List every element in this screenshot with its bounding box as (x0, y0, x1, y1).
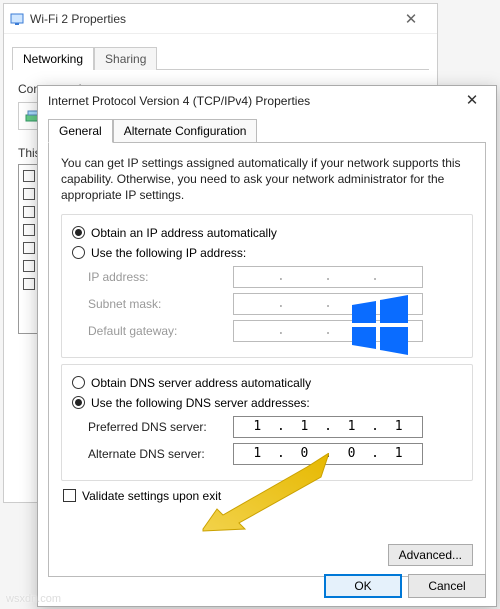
radio-icon (72, 376, 85, 389)
checkbox-icon[interactable] (63, 489, 76, 502)
wifi-tabs: Networking Sharing (12, 46, 429, 70)
ip-address-row: IP address: ... (88, 266, 462, 288)
cancel-button[interactable]: Cancel (408, 574, 486, 598)
radio-ip-manual[interactable]: Use the following IP address: (72, 246, 462, 260)
checkbox-icon[interactable] (23, 260, 35, 272)
checkbox-icon[interactable] (23, 242, 35, 254)
checkbox-icon[interactable] (23, 206, 35, 218)
radio-dns-auto[interactable]: Obtain DNS server address automatically (72, 376, 462, 390)
validate-checkbox-row[interactable]: Validate settings upon exit (63, 489, 473, 503)
windows-logo-icon (346, 291, 414, 359)
watermark: wsxdn.com (6, 593, 61, 605)
preferred-dns-input[interactable]: 1. 1. 1. 1 (233, 416, 423, 438)
ipv4-titlebar: Internet Protocol Version 4 (TCP/IPv4) P… (38, 86, 496, 116)
dialog-buttons: OK Cancel (324, 574, 486, 598)
checkbox-icon[interactable] (23, 188, 35, 200)
ok-button[interactable]: OK (324, 574, 402, 598)
ipv4-body: You can get IP settings assigned automat… (48, 143, 486, 577)
ipv4-tabs: General Alternate Configuration (48, 118, 486, 143)
radio-ip-manual-label: Use the following IP address: (91, 246, 246, 260)
advanced-button[interactable]: Advanced... (388, 544, 473, 566)
radio-icon (72, 226, 85, 239)
radio-dns-manual-label: Use the following DNS server addresses: (91, 396, 310, 410)
tab-sharing[interactable]: Sharing (94, 47, 157, 70)
wifi-window-title: Wi-Fi 2 Properties (30, 12, 391, 26)
radio-dns-auto-label: Obtain DNS server address automatically (91, 376, 311, 390)
checkbox-icon[interactable] (23, 224, 35, 236)
tab-networking[interactable]: Networking (12, 47, 94, 70)
intro-text: You can get IP settings assigned automat… (61, 155, 473, 204)
alternate-dns-input[interactable]: 1. 0. 0. 1 (233, 443, 423, 465)
tab-general[interactable]: General (48, 119, 113, 143)
alternate-dns-label: Alternate DNS server: (88, 447, 233, 461)
wifi-titlebar: Wi-Fi 2 Properties ✕ (4, 4, 437, 34)
wifi-close-button[interactable]: ✕ (391, 10, 431, 28)
ip-address-input: ... (233, 266, 423, 288)
dns-group: Obtain DNS server address automatically … (61, 364, 473, 481)
validate-label: Validate settings upon exit (82, 489, 221, 503)
radio-dns-manual[interactable]: Use the following DNS server addresses: (72, 396, 462, 410)
preferred-dns-row: Preferred DNS server: 1. 1. 1. 1 (88, 416, 462, 438)
radio-ip-auto[interactable]: Obtain an IP address automatically (72, 226, 462, 240)
checkbox-icon[interactable] (23, 278, 35, 290)
subnet-mask-label: Subnet mask: (88, 297, 233, 311)
default-gateway-label: Default gateway: (88, 324, 233, 338)
ipv4-properties-window: Internet Protocol Version 4 (TCP/IPv4) P… (37, 85, 497, 607)
alternate-dns-row: Alternate DNS server: 1. 0. 0. 1 (88, 443, 462, 465)
ip-group: Obtain an IP address automatically Use t… (61, 214, 473, 358)
ipv4-window-title: Internet Protocol Version 4 (TCP/IPv4) P… (48, 94, 450, 108)
ipv4-close-button[interactable]: ✕ (450, 87, 494, 115)
radio-icon (72, 396, 85, 409)
tab-alt-config[interactable]: Alternate Configuration (113, 119, 258, 143)
checkbox-icon[interactable] (23, 170, 35, 182)
radio-ip-auto-label: Obtain an IP address automatically (91, 226, 277, 240)
radio-icon (72, 246, 85, 259)
preferred-dns-label: Preferred DNS server: (88, 420, 233, 434)
ip-address-label: IP address: (88, 270, 233, 284)
network-adapter-icon (10, 12, 24, 26)
